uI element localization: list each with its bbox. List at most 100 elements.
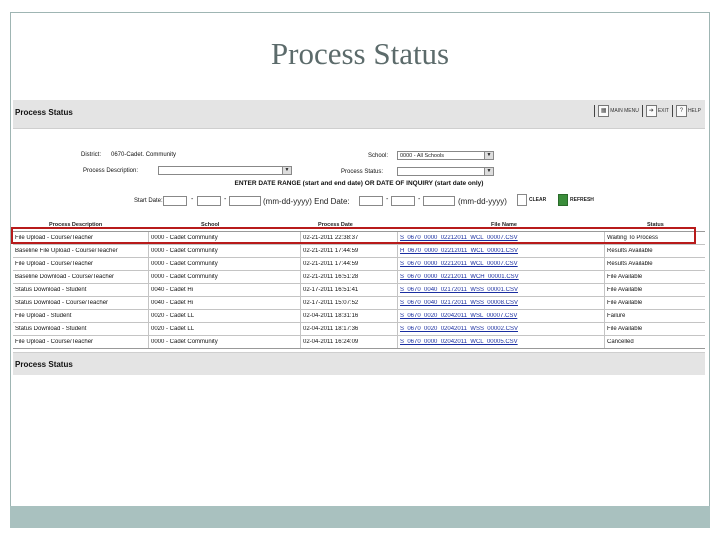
- cell-file-name[interactable]: S_0670_0000_02212011_WCH_00001.CSV: [400, 274, 605, 281]
- cell-status: Results Available: [607, 248, 653, 254]
- school-label: School:: [368, 153, 389, 159]
- exit-icon: ➜: [645, 105, 657, 117]
- table-row: Status Download - Course/Teacher 0040 - C…: [13, 297, 705, 310]
- cell-school: 0040 - Cadet Hi: [151, 300, 194, 306]
- cell-process-description: Baseline Download - Course/Teacher: [15, 274, 115, 280]
- cell-status: File Available: [607, 300, 643, 306]
- cell-school: 0000 - Cadet Community: [151, 248, 218, 254]
- column-header-process-description[interactable]: Process Description: [49, 222, 102, 228]
- cell-status: File Available: [607, 287, 643, 293]
- cell-process-date: 02-21-2011 22:38:37: [303, 235, 359, 241]
- column-header-status[interactable]: Status: [647, 222, 664, 228]
- cell-file-name[interactable]: S_0670_0000_02212011_WCL_00007.CSV: [400, 261, 605, 268]
- clear-icon: [517, 194, 527, 206]
- column-divider: [604, 297, 605, 310]
- column-divider: [300, 323, 301, 336]
- date-dash: -: [191, 196, 194, 203]
- cell-file-name[interactable]: S_0670_0020_02042011_WSS_00002.CSV: [400, 326, 605, 333]
- chevron-down-icon: ▼: [484, 168, 493, 175]
- refresh-icon: [558, 194, 568, 206]
- column-divider: [604, 245, 605, 258]
- table-row: Baseline File Upload - Course/Teacher 000…: [13, 245, 705, 258]
- cell-school: 0000 - Cadet Community: [151, 339, 218, 345]
- cell-process-date: 02-17-2011 15:07:52: [303, 300, 359, 306]
- cell-file-name[interactable]: S_0670_0000_02042011_WCL_00005.CSV: [400, 339, 605, 346]
- slide-footer-bar: [10, 506, 710, 528]
- cell-process-date: 02-17-2011 16:51:41: [303, 287, 359, 293]
- cell-status: File Available: [607, 326, 643, 332]
- column-divider: [148, 232, 149, 245]
- column-header-process-date[interactable]: Process Date: [318, 222, 353, 228]
- cell-file-name[interactable]: S_0670_0040_02172011_WSS_00001.CSV: [400, 287, 605, 294]
- column-divider: [148, 297, 149, 310]
- cell-file-name[interactable]: S_0670_0040_02172011_WSS_00008.CSV: [400, 300, 605, 307]
- cell-school: 0040 - Cadet Hi: [151, 287, 194, 293]
- process-description-select[interactable]: ▼: [158, 166, 292, 175]
- column-divider: [148, 310, 149, 323]
- cell-process-description: File Upload - Course/Teacher: [15, 235, 94, 241]
- help-link[interactable]: ? HELP: [675, 105, 701, 117]
- process-status-select[interactable]: ▼: [397, 167, 494, 176]
- end-date-month-input[interactable]: [359, 196, 383, 206]
- cell-school: 0000 - Cadet Community: [151, 235, 218, 241]
- column-header-file-name[interactable]: File Name: [491, 222, 517, 228]
- nav-links: ▦ MAIN MENU ➜ EXIT ? HELP: [594, 105, 701, 117]
- chevron-down-icon: ▼: [282, 167, 291, 174]
- slide-title: Process Status: [270, 36, 450, 71]
- column-divider: [300, 232, 301, 245]
- cell-school: 0000 - Cadet Community: [151, 274, 218, 280]
- column-header-school[interactable]: School: [201, 222, 219, 228]
- column-divider: [604, 323, 605, 336]
- table-bottom-border: [13, 348, 705, 349]
- start-date-year-input[interactable]: [229, 196, 261, 206]
- cell-file-name[interactable]: H_0670_0000_02212011_WCL_00001.CSV: [400, 248, 605, 255]
- cell-process-date: 02-04-2011 18:17:36: [303, 326, 359, 332]
- column-divider: [300, 297, 301, 310]
- cell-school: 0000 - Cadet Community: [151, 261, 218, 267]
- cell-file-name[interactable]: S_0670_0000_02212011_WCL_00007.CSV: [400, 235, 605, 242]
- cell-process-description: File Upload - Course/Teacher: [15, 339, 94, 345]
- end-date-year-input[interactable]: [423, 196, 455, 206]
- nav-separator: [641, 105, 643, 117]
- table-header: Process Description School Process Date …: [13, 219, 705, 232]
- column-divider: [300, 271, 301, 284]
- column-divider: [604, 271, 605, 284]
- app-footer-header: Process Status: [13, 352, 705, 375]
- exit-link[interactable]: ➜ EXIT: [645, 105, 669, 117]
- school-select[interactable]: 0000 - All Schools ▼: [397, 151, 494, 160]
- app-screenshot: Process Status ▦ MAIN MENU ➜ EXIT ? HELP…: [13, 100, 705, 375]
- start-date-day-input[interactable]: [197, 196, 221, 206]
- table-row: Baseline Download - Course/Teacher 0000 -…: [13, 271, 705, 284]
- cell-status: Cancelled: [607, 339, 634, 345]
- table-row: File Upload - Student 0020 - Cadet LL 02-0…: [13, 310, 705, 323]
- column-divider: [604, 284, 605, 297]
- school-select-value: 0000 - All Schools: [400, 153, 445, 159]
- app-header: Process Status ▦ MAIN MENU ➜ EXIT ? HELP: [13, 100, 705, 129]
- clear-label: CLEAR: [529, 197, 547, 203]
- cell-file-name[interactable]: S_0670_0020_02042011_WSL_00007.CSV: [400, 313, 605, 320]
- cell-process-description: File Upload - Student: [15, 313, 72, 319]
- start-date-format-hint: (mm-dd-yyyy) End Date:: [263, 197, 350, 206]
- table-row: File Upload - Course/Teacher 0000 - Cadet…: [13, 232, 705, 245]
- column-divider: [397, 245, 398, 258]
- column-divider: [397, 232, 398, 245]
- column-divider: [148, 284, 149, 297]
- nav-separator: [671, 105, 673, 117]
- main-menu-link[interactable]: ▦ MAIN MENU: [598, 105, 639, 117]
- refresh-label: REFRESH: [570, 197, 594, 203]
- refresh-button[interactable]: REFRESH: [558, 194, 594, 206]
- start-date-month-input[interactable]: [163, 196, 187, 206]
- clear-button[interactable]: CLEAR: [517, 194, 546, 206]
- help-label: HELP: [687, 108, 701, 114]
- cell-process-description: Status Download - Student: [15, 326, 87, 332]
- cell-process-date: 02-04-2011 18:31:16: [303, 313, 359, 319]
- end-date-format-hint: (mm-dd-yyyy): [458, 197, 507, 206]
- column-divider: [604, 258, 605, 271]
- cell-status: Failure: [607, 313, 626, 319]
- date-dash: -: [418, 196, 421, 203]
- cell-school: 0020 - Cadet LL: [151, 313, 195, 319]
- end-date-day-input[interactable]: [391, 196, 415, 206]
- process-status-label: Process Status:: [341, 169, 384, 175]
- date-range-instructions: ENTER DATE RANGE (start and end date) OR…: [234, 180, 484, 187]
- table-row: File Upload - Course/Teacher 0000 - Cadet…: [13, 258, 705, 271]
